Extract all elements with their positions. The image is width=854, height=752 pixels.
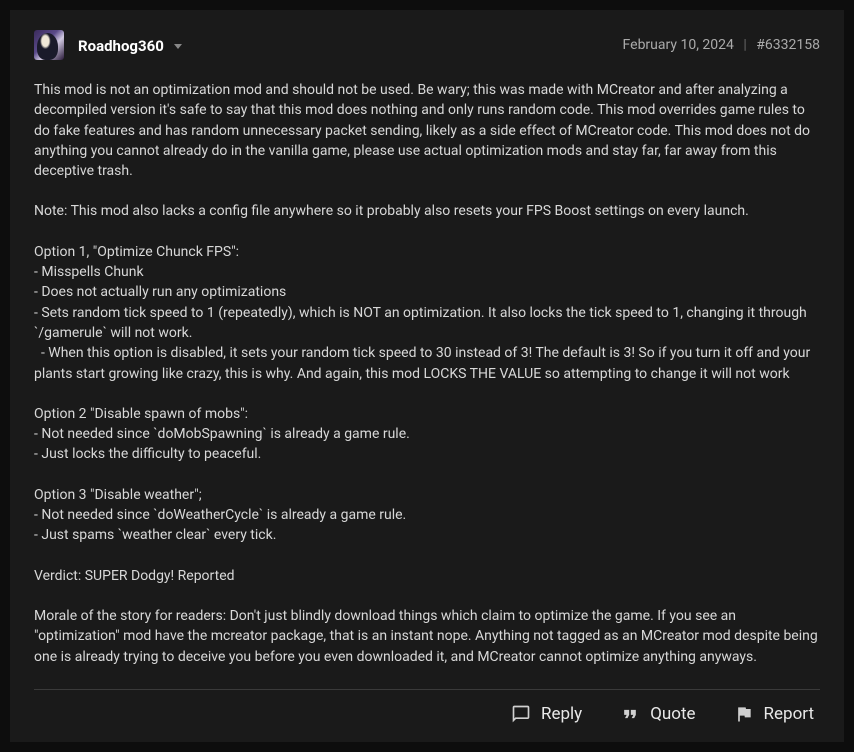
chevron-down-icon[interactable] <box>174 44 182 49</box>
report-button[interactable]: Report <box>734 704 814 724</box>
quote-icon <box>620 704 640 724</box>
post-header: Roadhog360 February 10, 2024 | #6332158 <box>34 30 820 60</box>
verdict: Verdict: SUPER Dodgy! Reported <box>34 566 820 586</box>
opt3-line: - Not needed since `doWeatherCycle` is a… <box>34 505 820 525</box>
option-3: Option 3 "Disable weather"; - Not needed… <box>34 485 820 546</box>
opt2-line: - Not needed since `doMobSpawning` is al… <box>34 424 820 444</box>
option-2: Option 2 "Disable spawn of mobs": - Not … <box>34 404 820 465</box>
reply-button[interactable]: Reply <box>511 704 582 724</box>
post-id[interactable]: #6332158 <box>756 37 820 53</box>
option-1: Option 1, "Optimize Chunck FPS": - Missp… <box>34 242 820 384</box>
body-intro: This mod is not an optimization mod and … <box>34 80 820 181</box>
body-note: Note: This mod also lacks a config file … <box>34 201 820 221</box>
opt1-line: - Sets random tick speed to 1 (repeatedl… <box>34 303 820 344</box>
meta-separator: | <box>743 37 746 53</box>
opt2-title: Option 2 "Disable spawn of mobs": <box>34 404 820 424</box>
opt1-line: - When this option is disabled, it sets … <box>34 343 820 384</box>
avatar[interactable] <box>34 30 64 60</box>
opt3-line: - Just spams `weather clear` every tick. <box>34 525 820 545</box>
username[interactable]: Roadhog360 <box>78 37 164 55</box>
post-body: This mod is not an optimization mod and … <box>34 80 820 667</box>
opt3-title: Option 3 "Disable weather"; <box>34 485 820 505</box>
post-date: February 10, 2024 <box>623 37 734 53</box>
quote-button[interactable]: Quote <box>620 704 695 724</box>
reply-icon <box>511 704 531 724</box>
post-meta: February 10, 2024 | #6332158 <box>623 37 820 53</box>
forum-post: Roadhog360 February 10, 2024 | #6332158 … <box>10 10 844 742</box>
divider <box>34 689 820 690</box>
reply-label: Reply <box>541 704 582 724</box>
morale: Morale of the story for readers: Don't j… <box>34 606 820 667</box>
author-block[interactable]: Roadhog360 <box>78 36 182 55</box>
opt1-title: Option 1, "Optimize Chunck FPS": <box>34 242 820 262</box>
post-actions: Reply Quote Report <box>34 704 820 724</box>
flag-icon <box>734 704 754 724</box>
quote-label: Quote <box>650 704 695 724</box>
opt1-line: - Misspells Chunk <box>34 262 820 282</box>
opt2-line: - Just locks the difficulty to peaceful. <box>34 444 820 464</box>
report-label: Report <box>764 704 814 724</box>
opt1-line: - Does not actually run any optimization… <box>34 282 820 302</box>
